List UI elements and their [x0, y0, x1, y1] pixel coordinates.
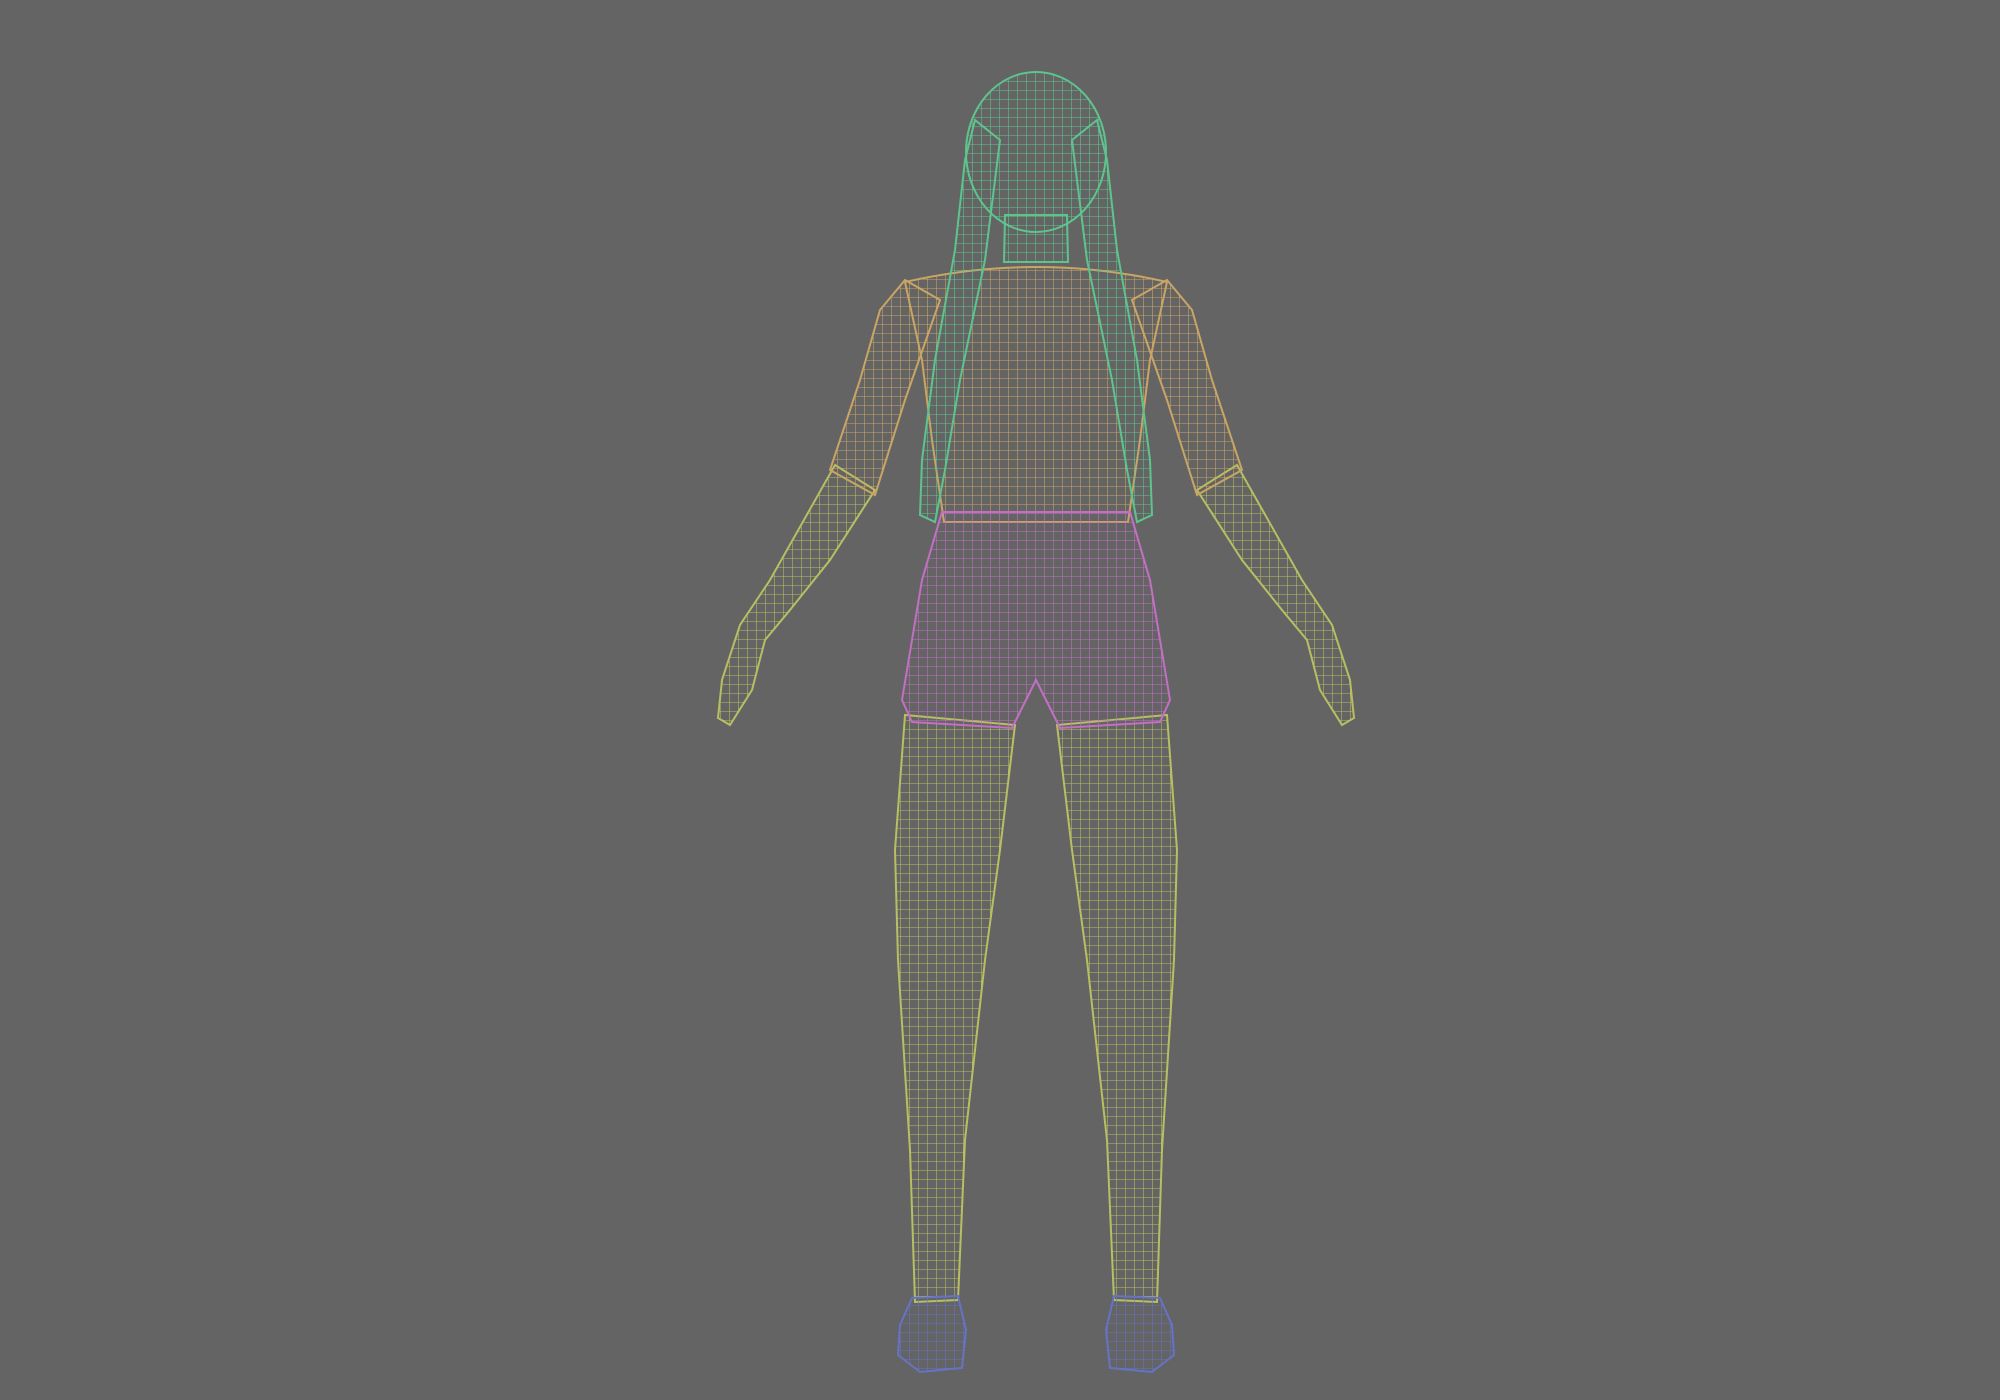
right-shoe-mesh — [1104, 1294, 1176, 1374]
3d-viewport[interactable] — [0, 0, 2000, 1400]
wireframe-render — [0, 0, 2000, 1400]
left-shoe-mesh — [896, 1294, 968, 1374]
